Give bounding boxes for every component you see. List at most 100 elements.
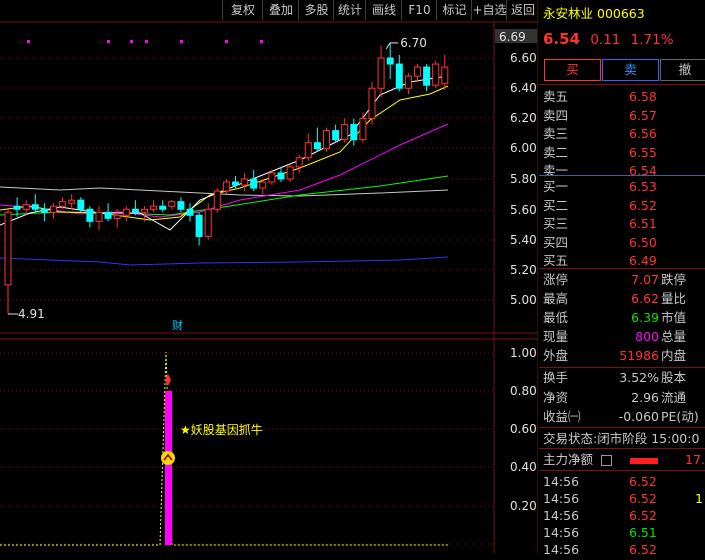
candle-body (350, 124, 358, 141)
candle-body (4, 211, 12, 286)
candle-body (86, 208, 94, 222)
signal-dots (27, 40, 263, 43)
price-tick-label: 5.20 (510, 263, 537, 277)
stat-value: 7.07 (631, 272, 659, 287)
stat-row: 净资 2.96 流通 (543, 388, 705, 408)
stock-title: 永安林业 000663 (543, 4, 645, 24)
candle-body (195, 214, 203, 237)
candle-body (432, 63, 440, 86)
candle-body (40, 208, 48, 213)
toolbar-button-0[interactable]: 复权 (222, 0, 263, 20)
chart-grid (0, 0, 538, 553)
candle-body (177, 201, 185, 210)
toolbar-button-1[interactable]: 叠加 (262, 0, 299, 20)
toolbar-button-6[interactable]: 标记 (436, 0, 472, 20)
ask-price: 6.56 (629, 126, 657, 141)
ask-row: 卖五 6.58 (543, 87, 705, 107)
signal-dot (225, 40, 228, 43)
candle-body (95, 211, 103, 222)
list-icon (601, 455, 612, 466)
buy-button[interactable]: 买 (544, 59, 601, 81)
candle-body (241, 178, 249, 186)
candle-body (377, 57, 385, 89)
signal-dot (180, 40, 183, 43)
ask-row: 卖三 6.56 (543, 124, 705, 144)
indicator-tick-label: 0.60 (510, 422, 537, 436)
stat-label: 最高 (543, 291, 569, 306)
ask-label: 卖二 (543, 144, 569, 160)
ask-price: 6.58 (629, 89, 657, 104)
bid-row: 买三 6.51 (543, 214, 705, 234)
ma10-line (0, 85, 449, 221)
candle-body (232, 181, 239, 186)
candle-body (104, 211, 112, 219)
candlestick-series (4, 42, 449, 314)
price-tick-label: 5.60 (510, 203, 537, 217)
divider (539, 427, 705, 428)
stat-label: 最低 (543, 310, 569, 325)
candle-body (295, 157, 303, 168)
sell-button[interactable]: 卖 (602, 59, 659, 81)
event-marker: 财 (172, 318, 183, 332)
candle-body (168, 201, 176, 207)
stat-value: 6.39 (631, 310, 659, 325)
stat-label: 外盘 (543, 348, 569, 363)
ask-row: 卖二 6.55 (543, 143, 705, 163)
stat-label: 净资 (543, 389, 569, 405)
stat-row: 最低 6.39 市值 (543, 308, 705, 328)
candle-body (213, 190, 221, 210)
indicator-tick-label: 0.80 (510, 384, 537, 398)
candle-body (13, 205, 21, 210)
stat-value: -0.060 (618, 409, 659, 424)
main-flow-label: 主力净额 (543, 452, 594, 467)
candle-body (332, 130, 340, 141)
indicator-panel: ★妖股基因抓牛 (0, 351, 448, 546)
bid-row: 买一 6.53 (543, 177, 705, 197)
main-flow-row[interactable]: 主力净额 17. (543, 450, 705, 470)
candle-body (441, 66, 449, 85)
bid-price: 6.52 (629, 197, 657, 213)
moving-average-lines (0, 75, 449, 266)
main-flow-value: 17. (685, 452, 705, 467)
toolbar-button-7[interactable]: +自选 (471, 0, 507, 20)
stat-label-2: 股本 (661, 370, 687, 385)
toolbar-button-8[interactable]: 返回 (506, 0, 539, 20)
high-marker (385, 42, 399, 50)
candle-body (368, 87, 376, 119)
bid-label: 买二 (543, 197, 569, 213)
candle-body (222, 181, 230, 192)
toolbar-button-3[interactable]: 统计 (333, 0, 366, 20)
toolbar-button-4[interactable]: 画线 (365, 0, 402, 20)
price-tick-label: 6.60 (510, 51, 537, 65)
stat-label: 涨停 (543, 272, 569, 287)
kline-chart[interactable]: 6.69 6.60 6.40 6.20 6.00 5.80 5.60 5.40 5.20 5.00… (0, 0, 538, 553)
candle-body (359, 118, 367, 141)
trade-status-row: 交易状态:闭市阶段 15:00:0 (543, 429, 699, 449)
price-tick-label: 6.20 (510, 111, 537, 125)
divider (539, 268, 705, 269)
ma250-line (0, 256, 449, 266)
signal-dot (145, 40, 148, 43)
candle-body (423, 66, 431, 86)
tick-row: 14:56 6.52 (543, 540, 705, 560)
candle-body (341, 124, 349, 141)
trade-status-label: 交易状态: (543, 431, 598, 446)
indicator-top-marker (165, 374, 171, 386)
stock-name: 永安林业 (543, 6, 594, 21)
stat-value: 6.62 (631, 291, 659, 306)
cancel-order-button[interactable]: 撤 (660, 59, 705, 81)
stock-code: 000663 (597, 6, 645, 21)
toolbar-button-5[interactable]: F10 (401, 0, 437, 20)
stat-row: 收益㈠ -0.060 PE(动) (543, 407, 705, 427)
toolbar-button-2[interactable]: 多股 (298, 0, 334, 20)
price-line: 6.54 0.11 1.71% (543, 29, 674, 49)
trade-time: 15:00:0 (651, 431, 700, 446)
candle-body (22, 204, 30, 210)
indicator-tick-label: 0.40 (510, 460, 537, 474)
bid-price: 6.51 (629, 216, 657, 231)
chart-toolbar: 复权 叠加 多股 统计 画线 F10 标记 +自选 返回 (0, 0, 538, 22)
price-change: 0.11 (590, 32, 621, 48)
candle-body (259, 181, 267, 189)
stat-row: 外盘 51986 内盘 (543, 346, 705, 366)
candle-body (186, 208, 194, 216)
